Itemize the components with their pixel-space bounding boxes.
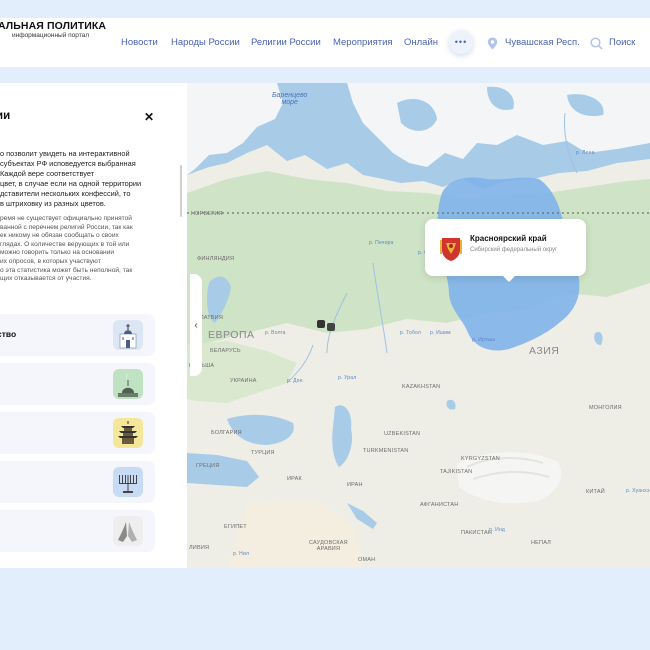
nav-events[interactable]: Мероприятия	[333, 37, 393, 48]
map-river-pechora: р. Печора	[369, 240, 394, 246]
more-menu-button[interactable]: •••	[449, 30, 473, 54]
map-label-norway: НОРВЕГИЯ	[191, 211, 223, 217]
collapse-panel-button[interactable]: ‹	[190, 274, 202, 376]
map-label-europe: ЕВРОПА	[208, 329, 255, 341]
region-tooltip[interactable]: Красноярский край Сибирский федеральный …	[425, 219, 586, 282]
map-river-ishim: р. Ишим	[430, 330, 451, 336]
map-river-don: р. Дон	[287, 378, 303, 384]
map-river-huanghe: р. Хуанхэ	[626, 488, 650, 494]
map-label-ukraine: УКРАИНА	[230, 378, 257, 384]
mosque-icon	[113, 369, 143, 399]
map-label-bulgaria: БОЛГАРИЯ	[211, 430, 242, 436]
search-icon[interactable]	[590, 37, 603, 50]
search-button[interactable]: Поиск	[609, 37, 635, 48]
menorah-icon	[113, 467, 143, 497]
map-label-latvia: ЛАТВИЯ	[200, 315, 224, 321]
panel-note: ремя не существует официально принятой в…	[0, 215, 133, 283]
map-label-china: КИТАЙ	[586, 489, 605, 495]
religion-card-other[interactable]	[0, 510, 155, 552]
logo-subtitle: информационный портал	[12, 32, 90, 39]
praying-hands-icon	[113, 516, 143, 546]
map-label-kazakhstan: KAZAKHSTAN	[402, 384, 441, 390]
tooltip-federal-district: Сибирский федеральный округ	[470, 247, 558, 253]
map-river-irtysh: р. Иртыш	[472, 337, 496, 343]
religion-card-label: ство	[0, 329, 17, 339]
coat-of-arms-icon	[440, 238, 462, 261]
map-river-ural: р. Урал	[338, 375, 357, 381]
map-label-libya: ЛИВИЯ	[189, 545, 210, 551]
religion-card-buddhism[interactable]	[0, 412, 155, 454]
map-label-finland: ФИНЛЯНДИЯ	[197, 256, 235, 262]
tooltip-region-name: Красноярский край	[470, 234, 547, 243]
map-river-nil: р. Нил	[233, 551, 250, 557]
panel-scrollbar[interactable]	[180, 165, 182, 217]
nav-religions[interactable]: Религии России	[251, 37, 321, 48]
nav-news[interactable]: Новости	[121, 37, 158, 48]
map-label-asia: АЗИЯ	[529, 345, 560, 357]
nav-peoples[interactable]: Народы России	[171, 37, 240, 48]
nav-online[interactable]: Онлайн	[404, 37, 438, 48]
map-label-nepal: НЕПАЛ	[531, 540, 551, 546]
map-label-iran: ИРАН	[347, 482, 363, 488]
map-label-greece: ГРЕЦИЯ	[196, 463, 220, 469]
map-label-tajikistan: TAJIKISTAN	[440, 469, 473, 475]
map-river-lena: р. Лена	[576, 150, 595, 156]
religion-card-islam[interactable]	[0, 363, 155, 405]
map-label-belarus: БЕЛАРУСЬ	[210, 348, 241, 354]
religion-card-judaism[interactable]	[0, 461, 155, 503]
religions-panel: ии ✕ о позволит увидеть на интерактивной…	[0, 83, 187, 568]
map-label-mongolia: МОНГОЛИЯ	[589, 405, 622, 411]
religion-card-orthodox[interactable]: ство	[0, 314, 155, 356]
pagoda-icon	[113, 418, 143, 448]
map-label-barents: Баренцево море	[272, 92, 308, 106]
map-river-volga: р. Волга	[265, 330, 286, 336]
location-pin-icon[interactable]	[487, 37, 498, 50]
logo-title[interactable]: АЛЬНАЯ ПОЛИТИКА	[0, 20, 106, 32]
region-selector[interactable]: Чувашская Респ.	[505, 37, 580, 48]
map-river-tobol: р. Тобол	[400, 330, 422, 336]
close-panel-button[interactable]: ✕	[144, 110, 154, 124]
map-label-iraq: ИРАК	[287, 476, 302, 482]
map-label-turkmenistan: TURKMENISTAN	[363, 448, 409, 454]
map-river-ind: р. Инд	[489, 527, 506, 533]
panel-title: ии	[0, 110, 11, 122]
map-label-turkey: ТУРЦИЯ	[251, 450, 275, 456]
panel-description: о позволит увидеть на интерактивной субъ…	[0, 149, 142, 208]
map-label-kyrgyzstan: KYRGYZSTAN	[461, 456, 500, 462]
map-label-uzbekistan: UZBEKISTAN	[384, 431, 421, 437]
orthodox-church-icon	[113, 320, 143, 350]
map-label-saudi-arabia: САУДОВСКАЯ АРАВИЯ	[309, 540, 348, 552]
map-label-pakistan: ПАКИСТАН	[461, 530, 492, 536]
more-dots: •••	[454, 37, 468, 47]
map-label-egypt: ЕГИПЕТ	[224, 524, 247, 530]
map-label-afghanistan: АФГАНИСТАН	[420, 502, 459, 508]
map-label-oman: ОМАН	[358, 557, 376, 563]
